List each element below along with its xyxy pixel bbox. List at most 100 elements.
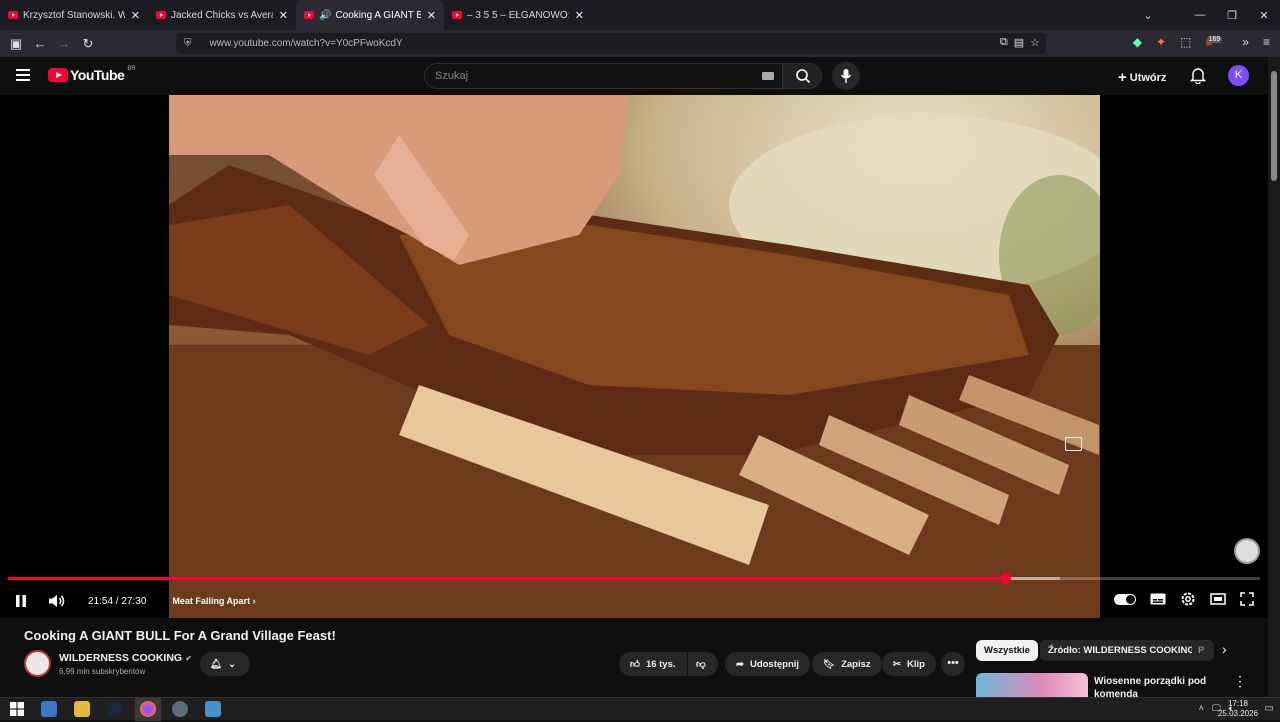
create-button[interactable]: + Utwórz xyxy=(1118,68,1167,86)
more-dots-icon: ••• xyxy=(947,657,959,669)
extensions-puzzle-icon[interactable]: ⬚ xyxy=(1180,35,1191,49)
speaker-icon[interactable]: 🔊 xyxy=(319,10,331,21)
bookmark-icon: 🔖︎ xyxy=(823,658,836,670)
youtube-favicon-icon xyxy=(452,11,462,19)
video-frame-image xyxy=(169,95,1100,618)
recommended-more-icon[interactable]: ⋮ xyxy=(1233,673,1247,690)
chip-from-channel[interactable]: Źródło: WILDERNESS COOKING xyxy=(1040,640,1203,661)
guide-menu-icon[interactable] xyxy=(16,69,30,84)
steam-icon[interactable] xyxy=(107,701,123,717)
progress-bar[interactable] xyxy=(8,573,1260,584)
close-tab-icon[interactable]: ✕ xyxy=(131,9,140,22)
volume-icon[interactable] xyxy=(48,594,66,608)
notifications-button[interactable] xyxy=(1189,66,1207,89)
close-tab-icon[interactable]: ✕ xyxy=(427,9,436,22)
shield-icon[interactable]: ⛨ xyxy=(184,38,192,49)
close-tab-icon[interactable]: ✕ xyxy=(575,9,584,22)
recommended-title[interactable]: Wiosenne porządki pod komenda xyxy=(1094,675,1214,697)
channel-watermark[interactable] xyxy=(1234,538,1260,564)
extension-badge: 169 xyxy=(1206,36,1223,43)
extension-icon[interactable]: ✦ xyxy=(1156,35,1166,49)
settings-gear-icon[interactable] xyxy=(1180,591,1196,607)
subtitles-icon[interactable] xyxy=(1150,593,1166,605)
miniplayer-icon[interactable] xyxy=(1065,437,1082,451)
video-player[interactable]: 21:54 / 27:30 Meat Falling Apart › xyxy=(0,95,1268,618)
tab-list-chevron-icon[interactable]: ⌄ xyxy=(1132,9,1164,22)
save-button[interactable]: 🔖︎ Zapisz xyxy=(812,652,882,676)
subscriber-count: 6,99 mln subskrybentów xyxy=(59,667,146,676)
recommended-thumbnail[interactable] xyxy=(976,673,1088,697)
restore-icon[interactable]: ❐ xyxy=(1216,9,1248,22)
pause-icon[interactable] xyxy=(14,594,28,608)
keyboard-icon[interactable] xyxy=(762,72,774,80)
tray-chevron-icon[interactable]: ˄ xyxy=(1199,703,1204,714)
share-button[interactable]: ➦ Udostępnij xyxy=(725,652,811,676)
player-controls: 21:54 / 27:30 Meat Falling Apart › xyxy=(0,565,1268,618)
dislike-button[interactable]: 👎︎ xyxy=(688,652,718,676)
clip-button[interactable]: ✂ Klip xyxy=(882,652,936,676)
url-text[interactable]: www.youtube.com/watch?v=Y0cPFwoKcdY xyxy=(210,38,403,49)
chapter-label: Meat Falling Apart xyxy=(172,596,251,606)
chapter-title[interactable]: Meat Falling Apart › xyxy=(172,596,255,606)
like-button[interactable]: 👍︎ 16 tys. xyxy=(619,652,687,676)
sidebar-toggle-icon[interactable]: ▣ xyxy=(4,36,28,52)
chip-all[interactable]: Wszystkie xyxy=(976,640,1038,661)
minimize-icon[interactable]: — xyxy=(1184,9,1216,21)
reload-icon[interactable]: ↻ xyxy=(76,36,100,52)
youtube-favicon-icon xyxy=(304,11,314,19)
calculator-icon[interactable] xyxy=(205,701,221,717)
file-explorer-icon[interactable] xyxy=(74,701,90,717)
theater-mode-icon[interactable] xyxy=(1210,593,1226,605)
chip-partial[interactable]: P xyxy=(1192,640,1214,661)
vpn-shield-icon[interactable]: ◆ xyxy=(1133,35,1142,49)
ublock-icon[interactable]: ■169 xyxy=(1205,35,1228,49)
subscribed-bell-button[interactable]: 🔔︎ ⌄ xyxy=(200,652,250,676)
country-code: BR xyxy=(127,66,136,72)
search-input[interactable]: Szukaj xyxy=(424,63,785,89)
youtube-favicon-icon xyxy=(8,11,18,19)
pip-icon[interactable]: ⧉ xyxy=(1000,36,1008,49)
channel-name: WILDERNESS COOKING xyxy=(59,652,183,664)
app-icon-1[interactable] xyxy=(41,701,57,717)
scrubber-handle[interactable] xyxy=(999,573,1011,584)
search-button[interactable] xyxy=(782,63,822,89)
channel-avatar[interactable] xyxy=(24,650,51,677)
clock-time: 17:18 xyxy=(1227,699,1248,708)
windows-start-icon[interactable] xyxy=(9,701,25,717)
notification-icon[interactable]: ▭ xyxy=(1265,703,1274,714)
app-icon-2[interactable] xyxy=(172,701,188,717)
bookmark-star-icon[interactable]: ☆ xyxy=(1030,36,1040,49)
microphone-icon xyxy=(840,69,852,83)
forward-icon[interactable]: → xyxy=(52,36,76,51)
browser-tab[interactable]: Jacked Chicks vs Average Joes | ✕ xyxy=(148,0,296,30)
youtube-favicon-icon xyxy=(156,11,166,19)
close-tab-icon[interactable]: ✕ xyxy=(279,9,288,22)
channel-name-link[interactable]: WILDERNESS COOKING ✔ xyxy=(59,652,192,664)
chips-next-chevron-icon[interactable]: › xyxy=(1222,641,1227,657)
menu-icon[interactable]: ≡ xyxy=(1263,35,1270,49)
close-window-icon[interactable]: ✕ xyxy=(1248,9,1280,22)
autoplay-toggle[interactable] xyxy=(1114,593,1136,605)
back-icon[interactable]: ← xyxy=(28,36,52,51)
reader-icon[interactable]: ▤ xyxy=(1014,36,1024,49)
create-label: Utwórz xyxy=(1129,72,1167,84)
voice-search-button[interactable] xyxy=(832,62,860,90)
browser-tab-active[interactable]: 🔊 Cooking A GIANT BULL For ✕ xyxy=(296,0,444,30)
browser-tab[interactable]: – 3 5 5 – EŁGANOWO: D ✕ xyxy=(444,0,592,30)
page-scrollbar[interactable] xyxy=(1268,57,1280,697)
browser-toolbar: ▣ ← → ↻ ⛨ www.youtube.com/watch?v=Y0cPFw… xyxy=(0,30,1280,57)
system-clock[interactable]: 17:18 25.03.2026 xyxy=(1218,699,1258,719)
firefox-icon[interactable] xyxy=(140,701,156,717)
overflow-chevrons-icon[interactable]: » xyxy=(1242,35,1249,49)
more-actions-button[interactable]: ••• xyxy=(941,652,965,676)
youtube-logo[interactable]: YouTube BR xyxy=(48,66,136,83)
fullscreen-icon[interactable] xyxy=(1240,592,1254,606)
account-avatar[interactable]: K xyxy=(1228,65,1249,86)
bell-icon xyxy=(1189,68,1207,85)
video-frame[interactable] xyxy=(169,95,1100,618)
plus-icon: + xyxy=(1118,69,1127,86)
url-bar[interactable]: ⛨ www.youtube.com/watch?v=Y0cPFwoKcdY ⧉ … xyxy=(176,33,1046,54)
browser-tab[interactable]: Krzysztof Stanowski. W jakiej sp ✕ xyxy=(0,0,148,30)
browser-tab-strip: Krzysztof Stanowski. W jakiej sp ✕ Jacke… xyxy=(0,0,1280,30)
scrollbar-thumb[interactable] xyxy=(1271,71,1277,181)
